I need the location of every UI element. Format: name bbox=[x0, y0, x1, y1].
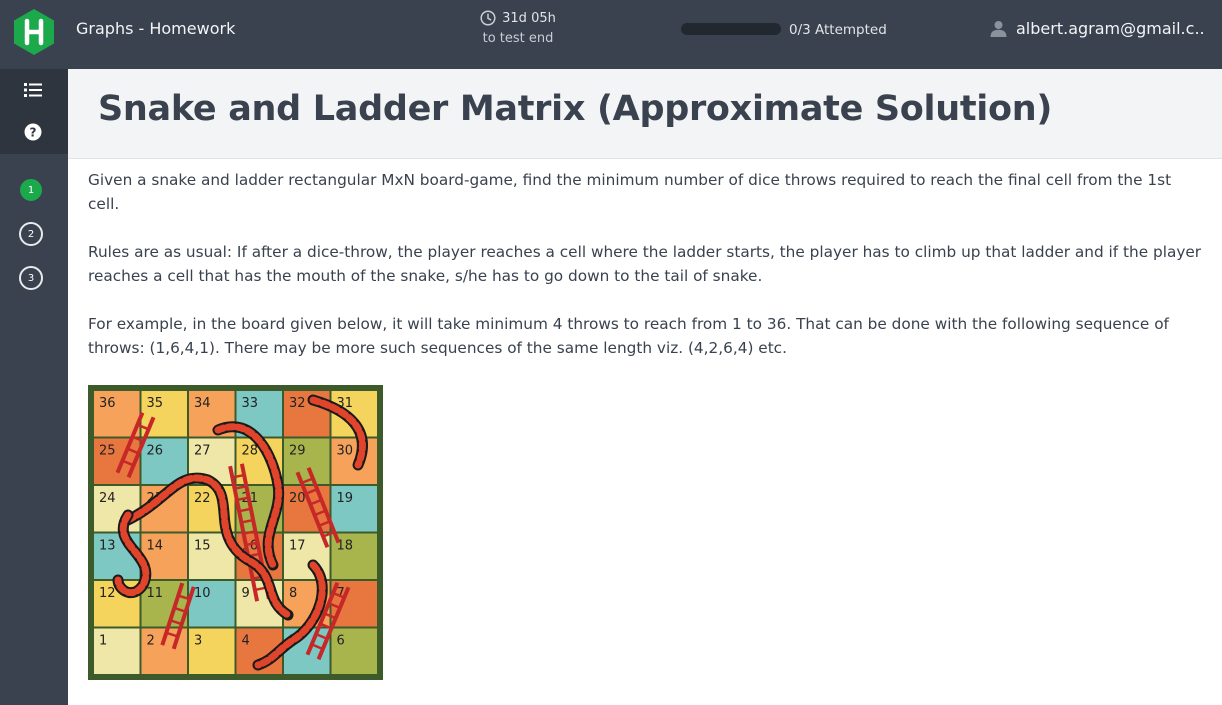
app-title: Graphs - Homework bbox=[76, 19, 236, 38]
svg-text:?: ? bbox=[30, 125, 37, 139]
cell-number-34: 34 bbox=[194, 396, 211, 411]
board-svg: 3635343332312526272829302423222120191314… bbox=[88, 385, 383, 680]
question-nav-3[interactable]: 3 bbox=[19, 266, 43, 290]
cell-number-26: 26 bbox=[147, 444, 164, 459]
timer-label: to test end bbox=[482, 31, 554, 46]
cell-number-4: 4 bbox=[242, 634, 250, 649]
cell-number-33: 33 bbox=[242, 396, 259, 411]
cell-number-24: 24 bbox=[99, 491, 116, 506]
challenge-header: Snake and Ladder Matrix (Approximate Sol… bbox=[68, 69, 1222, 159]
hackerrank-logo-icon[interactable] bbox=[14, 9, 54, 55]
challenge-title: Snake and Ladder Matrix (Approximate Sol… bbox=[98, 89, 1053, 129]
cell-number-2: 2 bbox=[147, 634, 155, 649]
snake-ladder-board-image: 3635343332312526272829302423222120191314… bbox=[88, 385, 383, 680]
question-nav-1[interactable]: 1 bbox=[20, 179, 42, 201]
list-icon bbox=[24, 83, 42, 97]
cell-number-15: 15 bbox=[194, 539, 211, 554]
sidebar-tools: ? bbox=[0, 69, 68, 154]
cell-number-8: 8 bbox=[289, 586, 297, 601]
cell-number-25: 25 bbox=[99, 444, 116, 459]
cell-number-9: 9 bbox=[242, 586, 250, 601]
cell-number-30: 30 bbox=[337, 444, 354, 459]
cell-number-19: 19 bbox=[337, 491, 354, 506]
cell-number-13: 13 bbox=[99, 539, 116, 554]
cell-number-14: 14 bbox=[147, 539, 164, 554]
attempt-progress-text: 0/3 Attempted bbox=[789, 22, 887, 38]
attempt-progress-bar bbox=[681, 23, 781, 35]
sidebar: ? 1 2 3 bbox=[0, 69, 68, 705]
cell-number-20: 20 bbox=[289, 491, 306, 506]
top-bar: Graphs - Homework 31d 05h to test end 0/… bbox=[0, 0, 1222, 69]
cell-number-12: 12 bbox=[99, 586, 116, 601]
question-list-button[interactable] bbox=[22, 79, 44, 101]
cell-number-28: 28 bbox=[242, 444, 259, 459]
cell-number-17: 17 bbox=[289, 539, 306, 554]
help-icon: ? bbox=[24, 123, 42, 141]
test-timer: 31d 05h to test end bbox=[474, 10, 562, 46]
problem-paragraph-1: Given a snake and ladder rectangular MxN… bbox=[88, 171, 1172, 213]
help-button[interactable]: ? bbox=[22, 121, 44, 143]
cell-number-22: 22 bbox=[194, 491, 211, 506]
cell-number-6: 6 bbox=[337, 634, 345, 649]
cell-number-27: 27 bbox=[194, 444, 211, 459]
cell-number-11: 11 bbox=[147, 586, 164, 601]
cell-number-29: 29 bbox=[289, 444, 306, 459]
user-menu[interactable]: albert.agram@gmail.c... bbox=[990, 19, 1206, 38]
cell-number-10: 10 bbox=[194, 586, 211, 601]
problem-statement: Given a snake and ladder rectangular MxN… bbox=[88, 168, 1206, 384]
clock-icon bbox=[480, 10, 496, 26]
question-nav-2[interactable]: 2 bbox=[19, 222, 43, 246]
problem-paragraph-3: For example, in the board given below, i… bbox=[88, 315, 1169, 357]
cell-number-35: 35 bbox=[147, 396, 164, 411]
cell-number-32: 32 bbox=[289, 396, 306, 411]
user-icon bbox=[990, 21, 1007, 37]
cell-number-1: 1 bbox=[99, 634, 107, 649]
problem-paragraph-2: Rules are as usual: If after a dice-thro… bbox=[88, 243, 1202, 285]
user-email: albert.agram@gmail.c... bbox=[1016, 19, 1206, 38]
timer-value: 31d 05h bbox=[502, 10, 556, 26]
cell-number-36: 36 bbox=[99, 396, 116, 411]
cell-number-3: 3 bbox=[194, 634, 202, 649]
